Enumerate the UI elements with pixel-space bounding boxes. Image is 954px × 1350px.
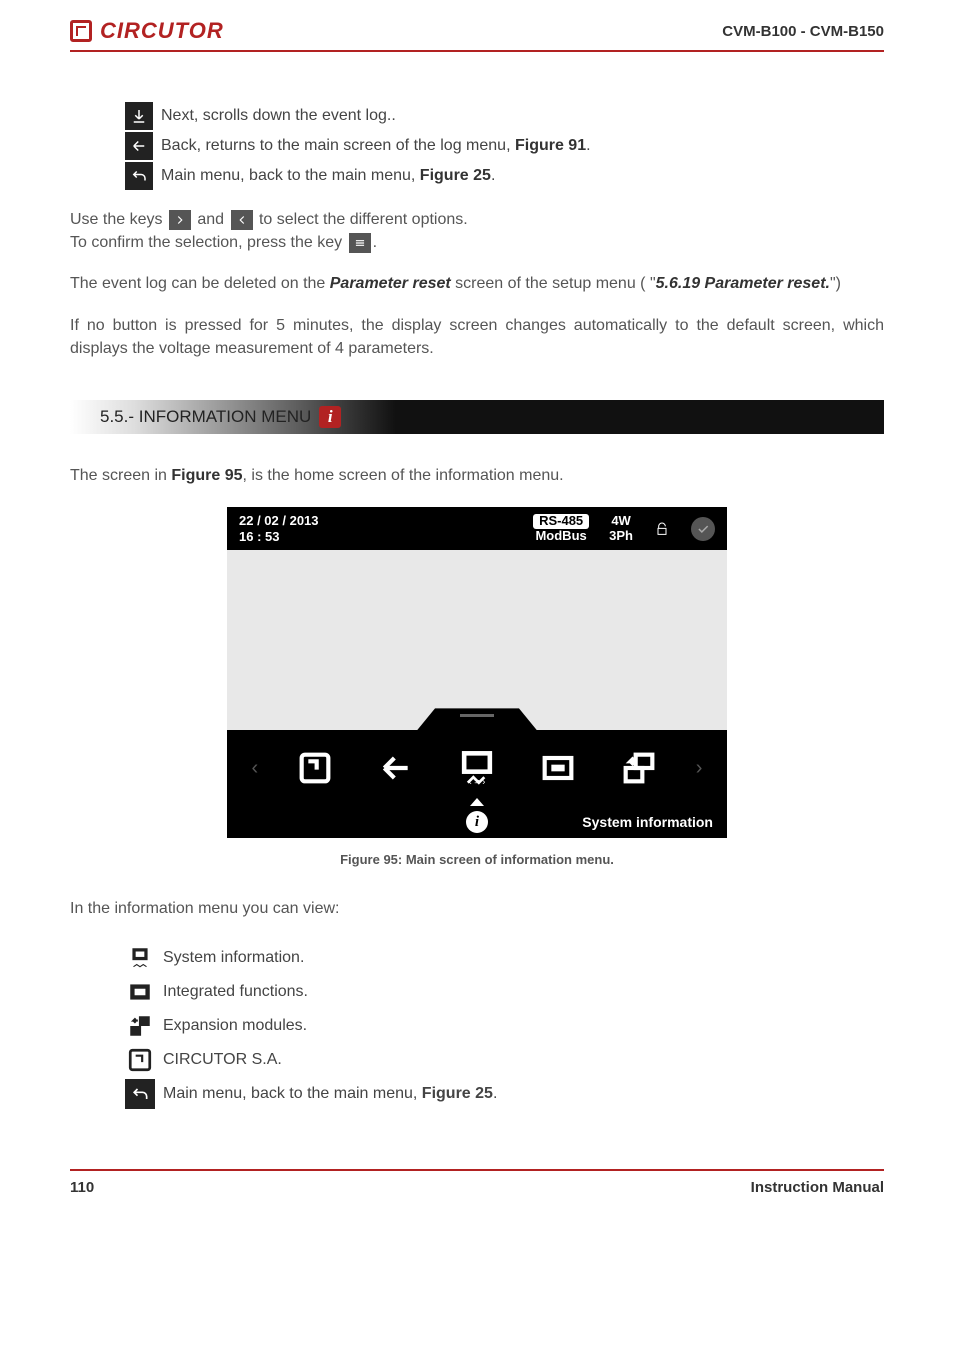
info-icon: i — [319, 406, 341, 428]
pull-tab-icon — [417, 708, 537, 730]
caret-up-icon — [470, 798, 484, 806]
chevron-right-icon: › — [696, 757, 703, 780]
system-info-icon: ‹ = › — [453, 744, 501, 792]
figure-caption: Figure 95: Main screen of information me… — [70, 852, 884, 867]
timeout-paragraph: If no button is pressed for 5 minutes, t… — [70, 314, 884, 360]
device-comm: RS-485 ModBus — [533, 514, 589, 543]
desc-mainmenu: Main menu, back to the main menu, Figure… — [125, 162, 884, 190]
list-item: Integrated functions. — [125, 977, 884, 1007]
chevron-right-icon — [169, 210, 191, 230]
expansion-modules-icon — [125, 1011, 155, 1041]
document-id: CVM-B100 - CVM-B150 — [722, 23, 884, 40]
keys-paragraph: Use the keys and to select the different… — [70, 208, 884, 254]
circutor-logo-icon — [291, 744, 339, 792]
footer-label: Instruction Manual — [751, 1179, 884, 1196]
intro-paragraph: The screen in Figure 95, is the home scr… — [70, 464, 884, 487]
section-header: 5.5.- INFORMATION MENU i — [70, 400, 884, 434]
arrow-left-icon — [372, 744, 420, 792]
list-intro: In the information menu you can view: — [70, 897, 884, 920]
menu-lines-icon — [349, 233, 371, 253]
page-number: 110 — [70, 1179, 94, 1196]
device-wiring: 4W 3Ph — [609, 514, 633, 543]
list-item: CIRCUTOR S.A. — [125, 1045, 884, 1075]
device-buttonbar: ‹ ‹ = › › — [227, 730, 727, 806]
device-figure: 22 / 02 / 2013 16 : 53 RS-485 ModBus 4W … — [227, 507, 727, 838]
list-item: Expansion modules. — [125, 1011, 884, 1041]
lock-icon — [653, 520, 671, 538]
svg-text:‹ = ›: ‹ = › — [469, 777, 486, 787]
return-icon — [125, 162, 153, 190]
info-circle-icon: i — [466, 811, 488, 833]
device-footer: i System information — [227, 806, 727, 838]
list-item: Main menu, back to the main menu, Figure… — [125, 1079, 884, 1109]
return-icon — [125, 1079, 155, 1109]
logo-mark-icon — [70, 20, 92, 42]
device-datetime: 22 / 02 / 2013 16 : 53 — [239, 513, 319, 544]
arrow-left-icon — [125, 132, 153, 160]
integrated-functions-icon — [534, 744, 582, 792]
brand-logo: CIRCUTOR — [70, 18, 224, 44]
system-info-icon — [125, 943, 155, 973]
device-display — [227, 550, 727, 730]
page-footer: 110 Instruction Manual — [70, 1169, 884, 1196]
desc-back: Back, returns to the main screen of the … — [125, 132, 884, 160]
device-statusbar: 22 / 02 / 2013 16 : 53 RS-485 ModBus 4W … — [227, 507, 727, 550]
brand-text: CIRCUTOR — [100, 18, 224, 44]
desc-next: Next, scrolls down the event log.. — [125, 102, 884, 130]
check-circle-icon — [691, 517, 715, 541]
page-header: CIRCUTOR CVM-B100 - CVM-B150 — [70, 0, 884, 52]
chevron-left-icon: ‹ — [251, 757, 258, 780]
list-item: System information. — [125, 943, 884, 973]
circutor-logo-icon — [125, 1045, 155, 1075]
reset-paragraph: The event log can be deleted on the Para… — [70, 272, 884, 295]
integrated-functions-icon — [125, 977, 155, 1007]
chevron-left-icon — [231, 210, 253, 230]
scroll-down-icon — [125, 102, 153, 130]
expansion-modules-icon — [615, 744, 663, 792]
